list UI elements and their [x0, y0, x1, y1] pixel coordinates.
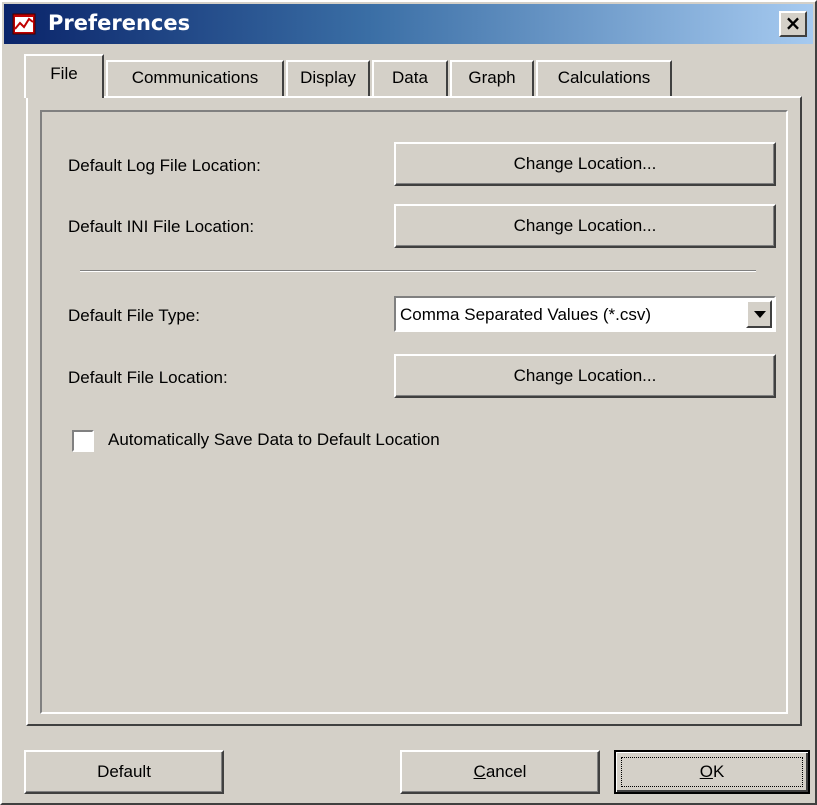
chevron-down-icon[interactable]	[746, 300, 772, 328]
tab-calculations[interactable]: Calculations	[536, 60, 672, 96]
mnemonic: C	[473, 762, 486, 781]
tab-label: Data	[392, 68, 428, 87]
focus-rect: OK	[621, 757, 803, 787]
file-type-value: Comma Separated Values (*.csv)	[400, 305, 652, 324]
file-tab-panel: Default Log File Location: Change Locati…	[26, 96, 802, 726]
button-label: Cancel	[474, 762, 527, 782]
button-label: Change Location...	[513, 154, 657, 173]
tab-label: Calculations	[557, 68, 651, 87]
change-log-location-button[interactable]: Change Location...	[394, 142, 776, 186]
tab-communications[interactable]: Communications	[106, 60, 284, 96]
title-bar[interactable]: Preferences ×	[4, 4, 813, 44]
change-file-location-button[interactable]: Change Location...	[394, 354, 776, 398]
button-label: Change Location...	[513, 366, 657, 385]
tab-label: Communications	[131, 68, 259, 87]
ok-button[interactable]: OK	[614, 750, 810, 794]
chart-window-icon	[12, 13, 36, 35]
tab-graph[interactable]: Graph	[450, 60, 534, 96]
default-button[interactable]: Default	[24, 750, 224, 794]
file-type-label: Default File Type:	[68, 306, 200, 325]
button-label: Change Location...	[513, 216, 657, 235]
file-type-select[interactable]: Comma Separated Values (*.csv)	[394, 296, 776, 332]
close-button[interactable]: ×	[779, 11, 807, 37]
tab-label: Graph	[468, 68, 516, 87]
button-label-rest: ancel	[485, 762, 527, 781]
file-location-label: Default File Location:	[68, 368, 228, 387]
autosave-label[interactable]: Automatically Save Data to Default Locat…	[108, 430, 440, 450]
change-ini-location-button[interactable]: Change Location...	[394, 204, 776, 248]
tab-file[interactable]: File	[24, 54, 104, 98]
tab-display[interactable]: Display	[286, 60, 370, 96]
button-label: Default	[97, 762, 151, 781]
section-divider	[80, 270, 756, 272]
window-title: Preferences	[48, 11, 191, 35]
autosave-checkbox[interactable]	[72, 430, 94, 452]
mnemonic: O	[699, 762, 713, 781]
button-label: OK	[700, 762, 725, 782]
settings-group: Default Log File Location: Change Locati…	[40, 110, 788, 714]
tab-label: Display	[300, 68, 356, 87]
close-icon: ×	[784, 11, 802, 35]
cancel-button[interactable]: Cancel	[400, 750, 600, 794]
tab-data[interactable]: Data	[372, 60, 448, 96]
preferences-dialog: Preferences × File Communications Displa…	[0, 0, 817, 805]
log-location-label: Default Log File Location:	[68, 156, 261, 175]
tab-label: File	[50, 64, 78, 83]
ini-location-label: Default INI File Location:	[68, 217, 255, 236]
button-label-rest: K	[712, 762, 725, 781]
